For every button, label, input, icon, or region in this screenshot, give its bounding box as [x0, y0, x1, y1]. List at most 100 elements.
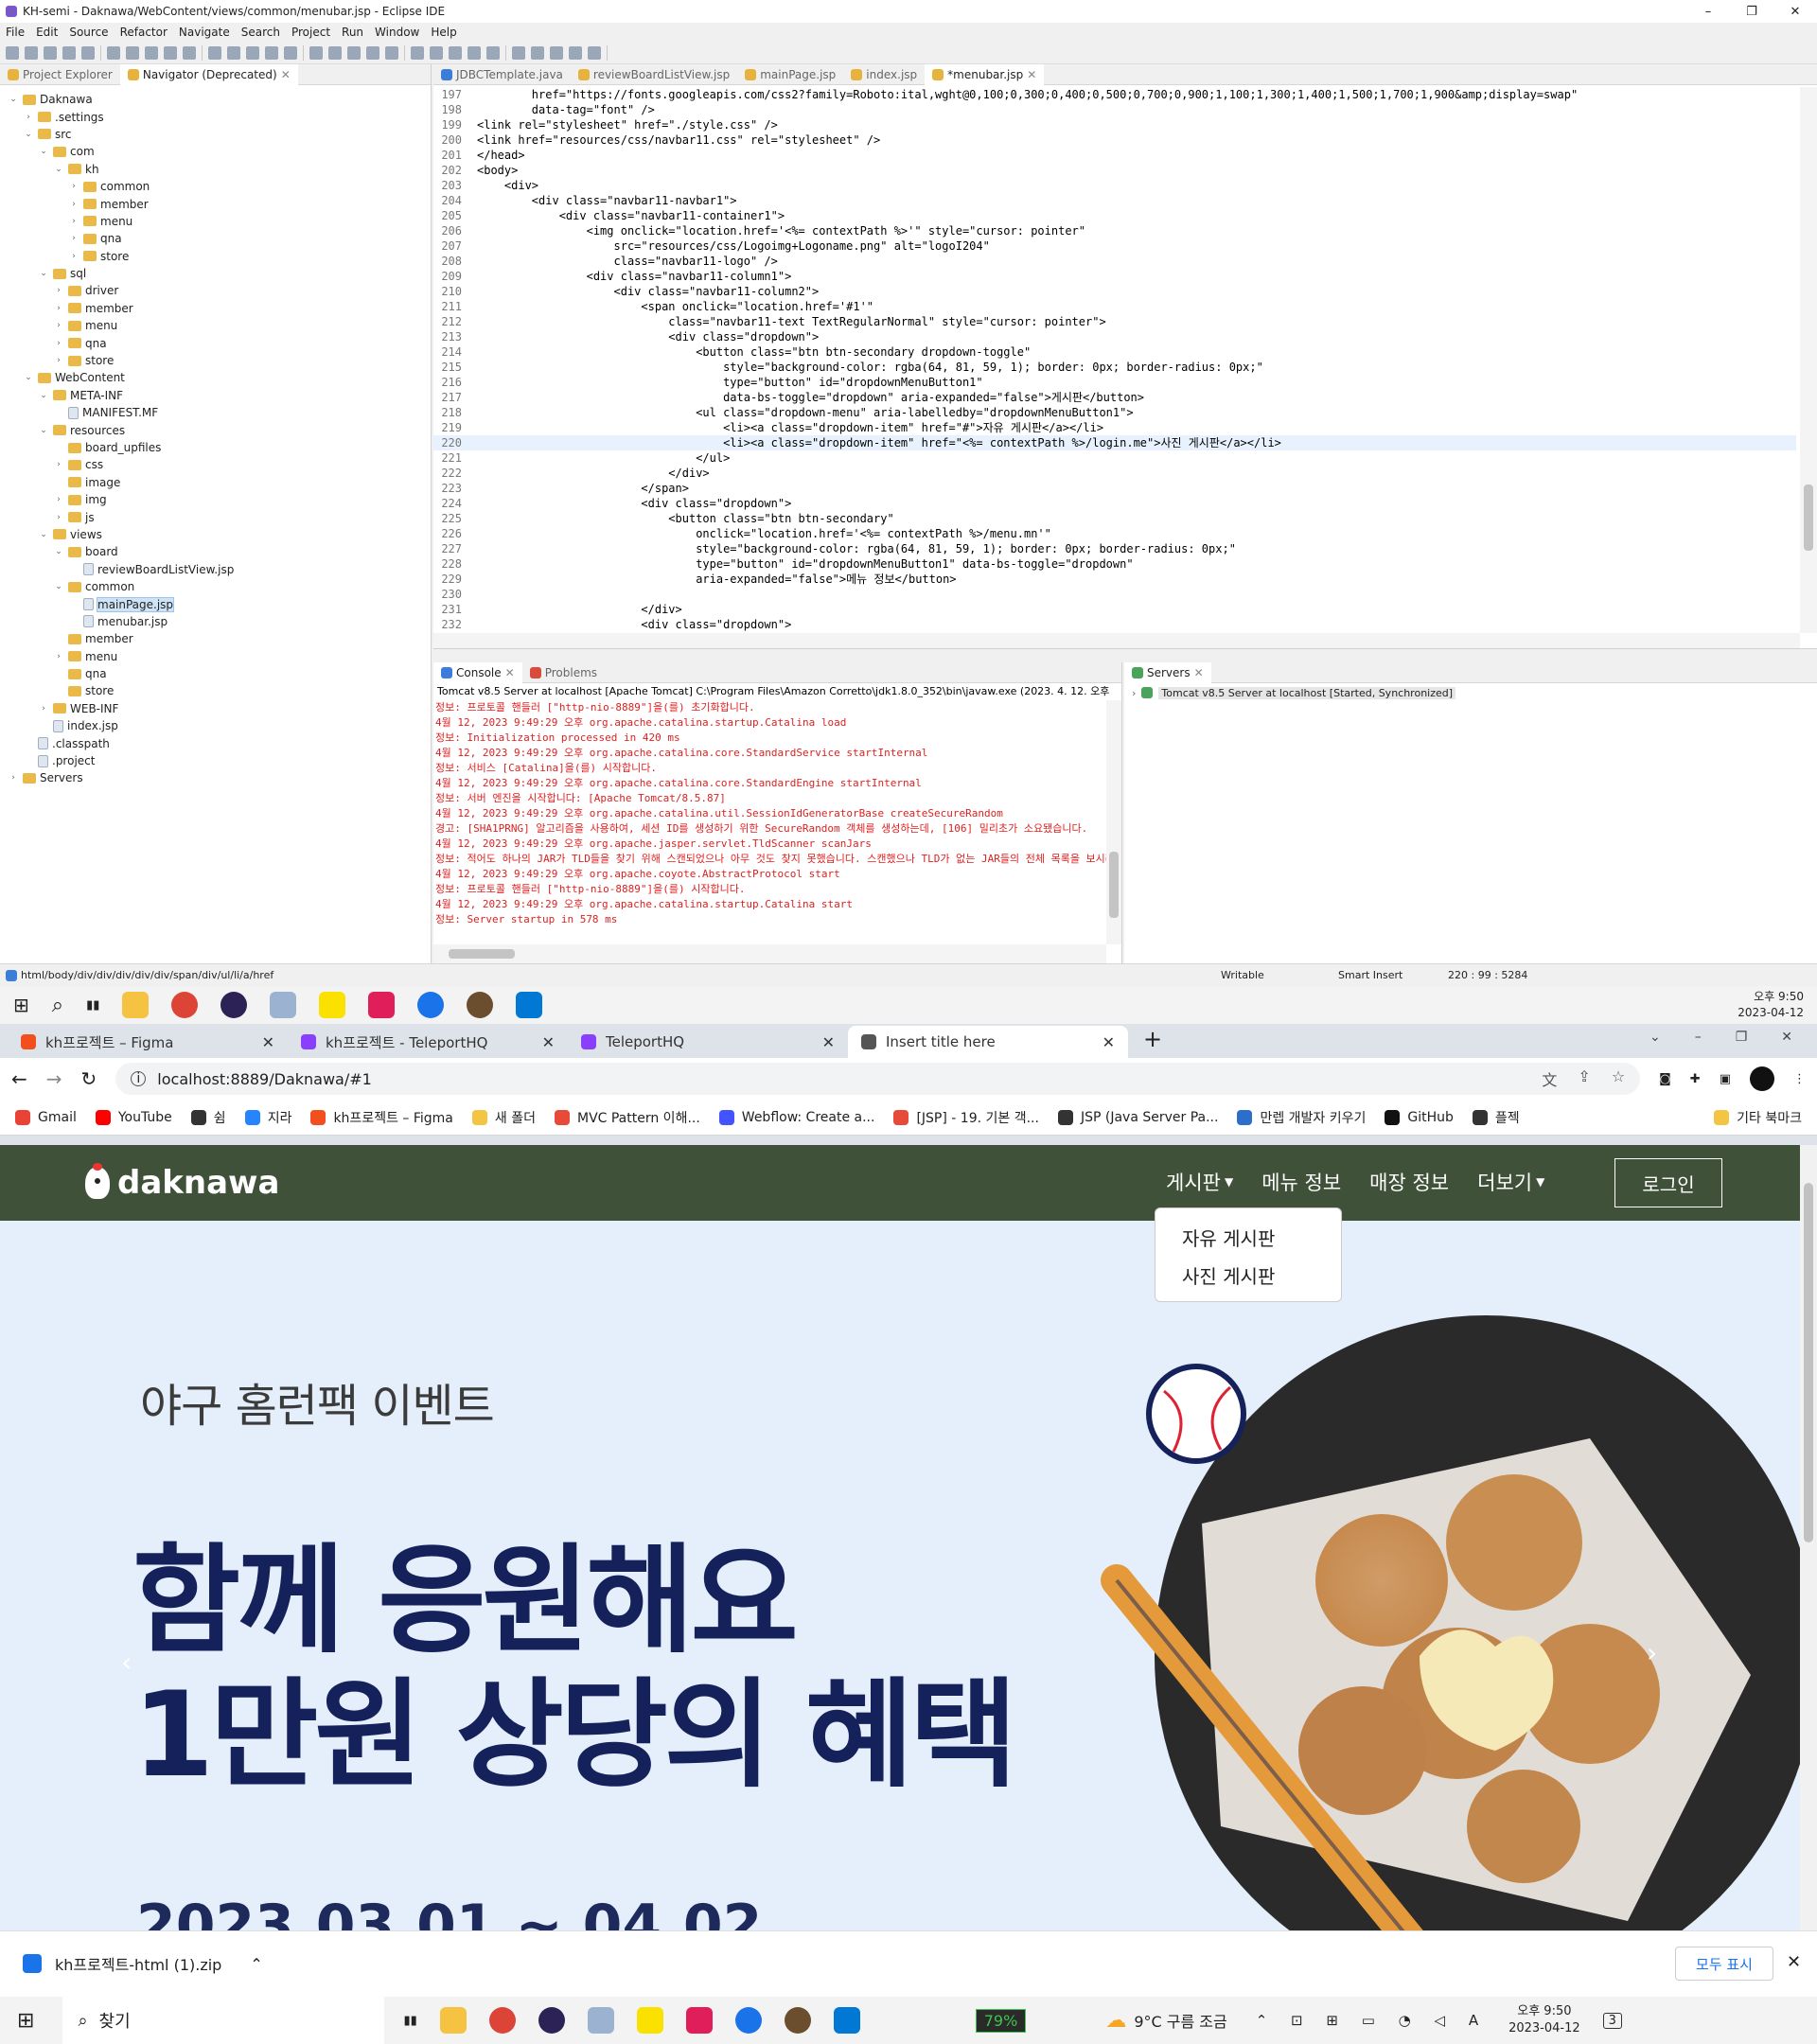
tree-item[interactable]: › img: [0, 491, 431, 508]
tree-item[interactable]: › Servers: [0, 769, 431, 786]
editor-tab[interactable]: index.jsp: [843, 64, 925, 85]
chevron-right-icon[interactable]: ›: [53, 304, 64, 313]
tree-item[interactable]: menubar.jsp: [0, 613, 431, 630]
translate-icon[interactable]: 文: [1542, 1067, 1557, 1090]
bookmark-item[interactable]: 플젝: [1472, 1108, 1520, 1127]
chevron-down-icon[interactable]: ⌄: [23, 373, 34, 382]
task-view-icon[interactable]: ▮▮: [86, 998, 99, 1013]
nav-item[interactable]: 더보기 ▼: [1477, 1168, 1544, 1196]
chevron-down-icon[interactable]: ⌄: [38, 391, 49, 400]
tree-item[interactable]: ⌄ Daknawa: [0, 91, 431, 108]
tree-item[interactable]: ⌄ sql: [0, 265, 431, 282]
tab-search-icon[interactable]: ⌄: [1649, 1030, 1661, 1045]
minimize-button[interactable]: –: [1695, 1030, 1702, 1045]
toolbar-icon[interactable]: [550, 45, 563, 60]
tree-item[interactable]: › member: [0, 300, 431, 317]
tree-item[interactable]: › menu: [0, 648, 431, 665]
menu-search[interactable]: Search: [241, 26, 280, 39]
toolbar-icon[interactable]: [467, 45, 481, 60]
minimize-button[interactable]: –: [1686, 5, 1730, 19]
teamviewer-icon[interactable]: [734, 2007, 762, 2034]
menu-navigate[interactable]: Navigate: [179, 26, 230, 39]
tree-item[interactable]: › store: [0, 248, 431, 265]
editor-tab[interactable]: reviewBoardListView.jsp: [571, 64, 737, 85]
tree-item[interactable]: index.jsp: [0, 717, 431, 734]
toolbar-icon[interactable]: [44, 45, 57, 60]
menu-run[interactable]: Run: [342, 26, 363, 39]
server-entry[interactable]: › Tomcat v8.5 Server at localhost [Start…: [1124, 683, 1817, 702]
app-icon[interactable]: [270, 992, 297, 1018]
vscode-icon[interactable]: [833, 2007, 860, 2034]
chevron-right-icon[interactable]: ›: [68, 234, 79, 243]
menu-window[interactable]: Window: [375, 26, 419, 39]
toolbar-icon[interactable]: [347, 45, 361, 60]
toolbar-icon[interactable]: [512, 45, 525, 60]
tree-item[interactable]: ⌄ kh: [0, 161, 431, 178]
tree-item[interactable]: › css: [0, 456, 431, 473]
profile-avatar[interactable]: [1750, 1066, 1774, 1091]
taskbar-search[interactable]: ⌕ 찾기: [62, 1997, 385, 2044]
extensions-icon[interactable]: ✚: [1690, 1072, 1701, 1086]
bookmark-item[interactable]: Gmail: [15, 1108, 77, 1127]
menu-refactor[interactable]: Refactor: [120, 26, 168, 39]
tree-item[interactable]: › menu: [0, 317, 431, 334]
slack-icon[interactable]: [368, 992, 396, 1018]
toolbar-icon[interactable]: [25, 45, 38, 60]
chevron-right-icon[interactable]: ›: [8, 773, 19, 783]
chevron-down-icon[interactable]: ⌄: [53, 547, 64, 556]
file-explorer-icon[interactable]: [122, 992, 150, 1018]
tree-item[interactable]: › .settings: [0, 108, 431, 125]
tree-item[interactable]: › qna: [0, 334, 431, 351]
toolbar-icon[interactable]: [183, 45, 196, 60]
chevron-down-icon[interactable]: ⌄: [23, 130, 34, 139]
file-explorer-icon[interactable]: [439, 2007, 467, 2034]
toolbar-icon[interactable]: [366, 45, 379, 60]
maximize-button[interactable]: ❐: [1730, 5, 1773, 19]
nav-item[interactable]: 메뉴 정보: [1261, 1168, 1341, 1196]
chevron-right-icon[interactable]: ›: [53, 513, 64, 522]
bookmark-item[interactable]: 쉼: [190, 1108, 226, 1127]
chevron-right-icon[interactable]: ›: [53, 495, 64, 504]
code-area[interactable]: 197 href="https://fonts.googleapis.com/c…: [433, 87, 1796, 633]
eclipse-icon[interactable]: [221, 992, 248, 1018]
tab-servers[interactable]: Servers ✕: [1124, 661, 1211, 683]
tree-item[interactable]: image: [0, 474, 431, 491]
info-icon[interactable]: i: [131, 1071, 147, 1086]
chevron-down-icon[interactable]: ⌄: [8, 95, 19, 104]
bookmark-star-icon[interactable]: ☆: [1612, 1067, 1625, 1090]
tree-item[interactable]: › driver: [0, 282, 431, 299]
show-all-button[interactable]: 모두 표시: [1675, 1947, 1773, 1981]
tree-item[interactable]: › WEB-INF: [0, 700, 431, 717]
chevron-right-icon[interactable]: ›: [53, 339, 64, 348]
menu-kebab-icon[interactable]: ⋮: [1793, 1072, 1806, 1086]
editor-tab[interactable]: JDBCTemplate.java: [433, 64, 571, 85]
tree-item[interactable]: ⌄ src: [0, 126, 431, 143]
browser-tab[interactable]: TeleportHQ ✕: [568, 1026, 848, 1058]
chevron-down-icon[interactable]: ⌄: [53, 582, 64, 591]
address-bar[interactable]: i localhost:8889/Daknawa/#1 文 ⇪ ☆: [115, 1063, 1641, 1095]
windows-start-icon[interactable]: ⊞: [17, 2009, 34, 2033]
toolbar-icon[interactable]: [385, 45, 398, 60]
task-view-icon[interactable]: ▮▮: [403, 2014, 416, 2028]
menu-project[interactable]: Project: [291, 26, 330, 39]
menu-source[interactable]: Source: [69, 26, 108, 39]
toolbar-icon[interactable]: [6, 45, 19, 60]
tree-item[interactable]: mainPage.jsp: [0, 595, 431, 612]
dropdown-item-photo-board[interactable]: 사진 게시판: [1155, 1258, 1341, 1295]
chevron-right-icon[interactable]: ›: [23, 113, 34, 122]
close-button[interactable]: ✕: [1773, 5, 1817, 19]
tree-item[interactable]: ⌄ WebContent: [0, 369, 431, 386]
site-logo[interactable]: daknawa: [85, 1163, 279, 1202]
editor-hscrollbar[interactable]: [433, 633, 1800, 648]
reload-icon[interactable]: ↻: [81, 1067, 97, 1090]
bookmark-item[interactable]: 만렙 개발자 키우기: [1237, 1108, 1366, 1127]
tree-item[interactable]: ⌄ META-INF: [0, 387, 431, 404]
chevron-right-icon[interactable]: ›: [53, 652, 64, 661]
tray-icons[interactable]: ⌃ ⊡ ⊞ ▭ ◔ ◁ A: [1256, 2012, 1488, 2029]
tree-item[interactable]: reviewBoardListView.jsp: [0, 561, 431, 578]
tree-item[interactable]: MANIFEST.MF: [0, 404, 431, 421]
chevron-right-icon[interactable]: ›: [1132, 687, 1136, 699]
toolbar-icon[interactable]: [449, 45, 462, 60]
tree-item[interactable]: qna: [0, 665, 431, 682]
editor-tab[interactable]: mainPage.jsp: [737, 64, 843, 85]
